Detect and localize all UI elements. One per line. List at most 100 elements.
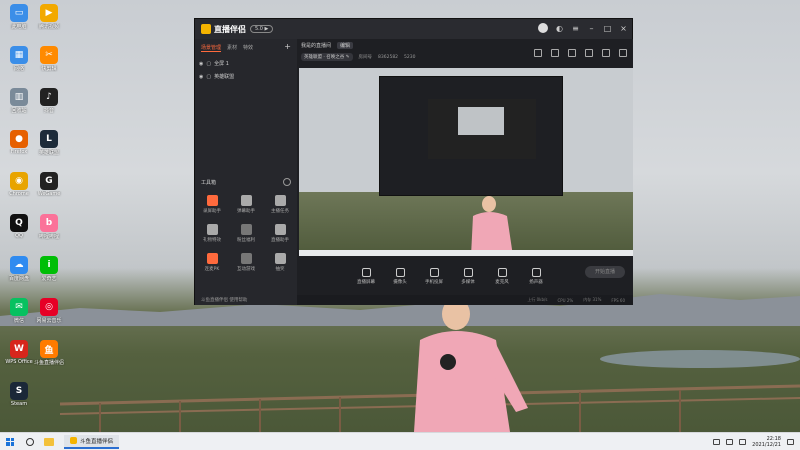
- desktop-app-icon: ◎: [40, 298, 58, 316]
- volume-icon[interactable]: [726, 439, 734, 445]
- desktop-icon[interactable]: ◎ 网易云音乐: [32, 298, 66, 324]
- desktop-app-icon: i: [40, 256, 58, 274]
- desktop-icon[interactable]: ☁ 百度网盘: [2, 256, 36, 282]
- room-title: 我是的直播间: [301, 42, 332, 49]
- clock[interactable]: 22:18 2021/12/21: [752, 436, 781, 448]
- camera-button[interactable]: 摄像头: [389, 267, 411, 285]
- desktop-icon[interactable]: ♪ 抖音: [32, 88, 66, 114]
- desktop-icon-label: QQ: [15, 233, 23, 239]
- app-icon: [70, 437, 77, 444]
- app-footer[interactable]: 斗鱼直播伴侣 使用帮助: [195, 295, 297, 305]
- phone-cast-icon: [429, 267, 439, 277]
- desktop-app-icon: ♪: [40, 88, 58, 106]
- layout-icon[interactable]: [568, 49, 576, 57]
- screen-capture-button[interactable]: 直播屏幕: [355, 267, 377, 285]
- desktop-icon-label: 网络: [13, 66, 24, 72]
- toolbox-settings-icon[interactable]: [283, 178, 291, 186]
- tool-label: 互动游戏: [237, 267, 255, 272]
- tool-item[interactable]: 主播任务: [263, 195, 297, 214]
- desktop-icon[interactable]: i 爱奇艺: [32, 256, 66, 282]
- control-label: 直播屏幕: [357, 279, 375, 285]
- status-item: FPS 60: [611, 297, 625, 303]
- media-icon: [463, 267, 473, 277]
- tool-item[interactable]: 抽奖: [263, 253, 297, 272]
- desktop-icon[interactable]: ▦ 网络: [2, 46, 36, 72]
- stream-preview[interactable]: [299, 68, 633, 256]
- desktop-icon[interactable]: L 英雄联盟: [32, 130, 66, 156]
- tool-icon: [274, 195, 286, 206]
- minimize-button[interactable]: –: [587, 24, 596, 33]
- menu-icon[interactable]: ≡: [571, 24, 580, 33]
- taskbar-app-live-streaming[interactable]: 斗鱼直播伴侣: [64, 434, 120, 449]
- desktop-icon-label: 此电脑: [11, 24, 27, 30]
- fullscreen-icon[interactable]: [585, 49, 593, 57]
- toolbox-grid: 录屏助手 弹幕助手 主播任务礼物特效 粉丝福利 直播助手连麦PK 互动游戏 抽奖: [195, 195, 297, 272]
- phone-cast-button[interactable]: 手机投屏: [423, 267, 445, 285]
- tool-item[interactable]: 弹幕助手: [229, 195, 263, 214]
- share-icon[interactable]: [619, 49, 627, 57]
- status-item: CPU 2%: [557, 297, 574, 303]
- desktop-icon[interactable]: b 哔哩哔哩: [32, 214, 66, 240]
- tool-item[interactable]: 互动游戏: [229, 253, 263, 272]
- desktop-icon[interactable]: ▥ 回收站: [2, 88, 36, 114]
- scene-item-game[interactable]: ◉ ▢ 英雄联盟: [195, 70, 297, 83]
- tool-item[interactable]: 连麦PK: [195, 253, 229, 272]
- clock-date: 2021/12/21: [752, 442, 781, 448]
- lock-icon[interactable]: ▢: [206, 61, 211, 67]
- maximize-button[interactable]: □: [603, 24, 612, 33]
- status-line: 上行 0kb/s CPU 2% 内存 31% FPS 60: [297, 295, 633, 305]
- desktop-icon[interactable]: ✉ 微信: [2, 298, 36, 324]
- tab-material[interactable]: 素材: [227, 44, 237, 52]
- bell-icon[interactable]: [602, 49, 610, 57]
- speaker-icon: [531, 267, 541, 277]
- close-button[interactable]: ×: [619, 24, 628, 33]
- notification-icon[interactable]: [787, 439, 794, 445]
- avatar[interactable]: [538, 23, 548, 33]
- desktop-icon-label: 微信: [13, 318, 24, 324]
- desktop-icon[interactable]: ▶ 腾讯视频: [32, 4, 66, 30]
- tool-item[interactable]: 直播助手: [263, 224, 297, 243]
- file-explorer-icon[interactable]: [44, 437, 54, 446]
- desktop-app-icon: ▭: [10, 4, 28, 22]
- tool-item[interactable]: 礼物特效: [195, 224, 229, 243]
- scene-item-fullscreen[interactable]: ◉ ▢ 全屏 1: [195, 57, 297, 70]
- desktop-icon[interactable]: S Steam: [2, 382, 36, 407]
- desktop-icon[interactable]: Q QQ: [2, 214, 36, 239]
- eye-icon[interactable]: ◉: [199, 74, 203, 80]
- tab-effects[interactable]: 特效: [243, 44, 253, 52]
- delete-icon[interactable]: [534, 49, 542, 57]
- eye-icon[interactable]: ◉: [199, 61, 203, 67]
- input-method-icon[interactable]: [739, 439, 747, 445]
- media-button[interactable]: 多媒体: [457, 267, 479, 285]
- screen-capture-icon: [361, 267, 371, 277]
- windows-start-icon[interactable]: [6, 437, 14, 446]
- tab-scene[interactable]: 场景管理: [201, 44, 222, 52]
- lock-icon[interactable]: [551, 49, 559, 57]
- version-badge[interactable]: 5.0 ▶: [250, 25, 274, 33]
- search-icon[interactable]: [26, 437, 34, 446]
- control-label: 手机投屏: [425, 279, 443, 285]
- tool-item[interactable]: 粉丝福利: [229, 224, 263, 243]
- desktop-icon[interactable]: W WPS Office: [2, 340, 36, 365]
- tool-label: 主播任务: [271, 209, 289, 214]
- desktop-icon[interactable]: ▭ 此电脑: [2, 4, 36, 30]
- desktop-app-icon: 鱼: [40, 340, 58, 358]
- desktop-icon[interactable]: ● Firefox: [2, 130, 36, 155]
- desktop-icon[interactable]: 鱼斗鱼直播伴侣: [32, 340, 66, 366]
- category-selector[interactable]: 英雄联盟 · 召唤之谷 ✎: [301, 53, 353, 61]
- start-live-button[interactable]: 开始直播: [585, 266, 625, 278]
- desktop-icon-label: 百度网盘: [8, 276, 29, 282]
- viewer-count: 5230: [404, 54, 416, 60]
- lock-icon[interactable]: ▢: [206, 74, 211, 80]
- speaker-button[interactable]: 扬声器: [525, 267, 547, 285]
- desktop-icon[interactable]: G WeGame: [32, 172, 66, 197]
- edit-room-button[interactable]: 编辑: [337, 41, 354, 49]
- desktop-icon[interactable]: ◉ Chrome: [2, 172, 36, 197]
- skin-icon[interactable]: ◐: [555, 24, 564, 33]
- network-icon[interactable]: [713, 439, 721, 445]
- desktop-icon-label: 斗鱼直播伴侣: [33, 360, 64, 366]
- tool-item[interactable]: 录屏助手: [195, 195, 229, 214]
- desktop-icon[interactable]: ✂ 快剪辑: [32, 46, 66, 72]
- microphone-button[interactable]: 麦克风: [491, 267, 513, 285]
- add-scene-button[interactable]: +: [284, 42, 291, 51]
